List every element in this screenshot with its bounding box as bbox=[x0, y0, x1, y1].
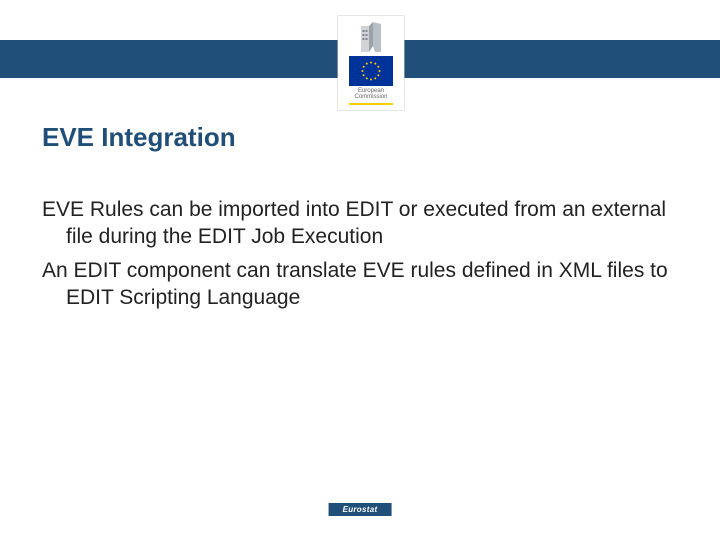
slide: European Commission EVE Integration EVE … bbox=[0, 0, 720, 540]
eu-flag-icon bbox=[349, 56, 393, 86]
slide-body: EVE Rules can be imported into EDIT or e… bbox=[42, 196, 678, 317]
building-icon bbox=[357, 22, 385, 52]
ec-logo: European Commission bbox=[338, 16, 404, 110]
slide-title: EVE Integration bbox=[42, 122, 236, 153]
logo-label: European Commission bbox=[354, 88, 387, 101]
footer-label: Eurostat bbox=[329, 503, 392, 516]
logo-underline bbox=[349, 103, 393, 105]
paragraph-2: An EDIT component can translate EVE rule… bbox=[42, 257, 678, 312]
paragraph-1: EVE Rules can be imported into EDIT or e… bbox=[42, 196, 678, 251]
